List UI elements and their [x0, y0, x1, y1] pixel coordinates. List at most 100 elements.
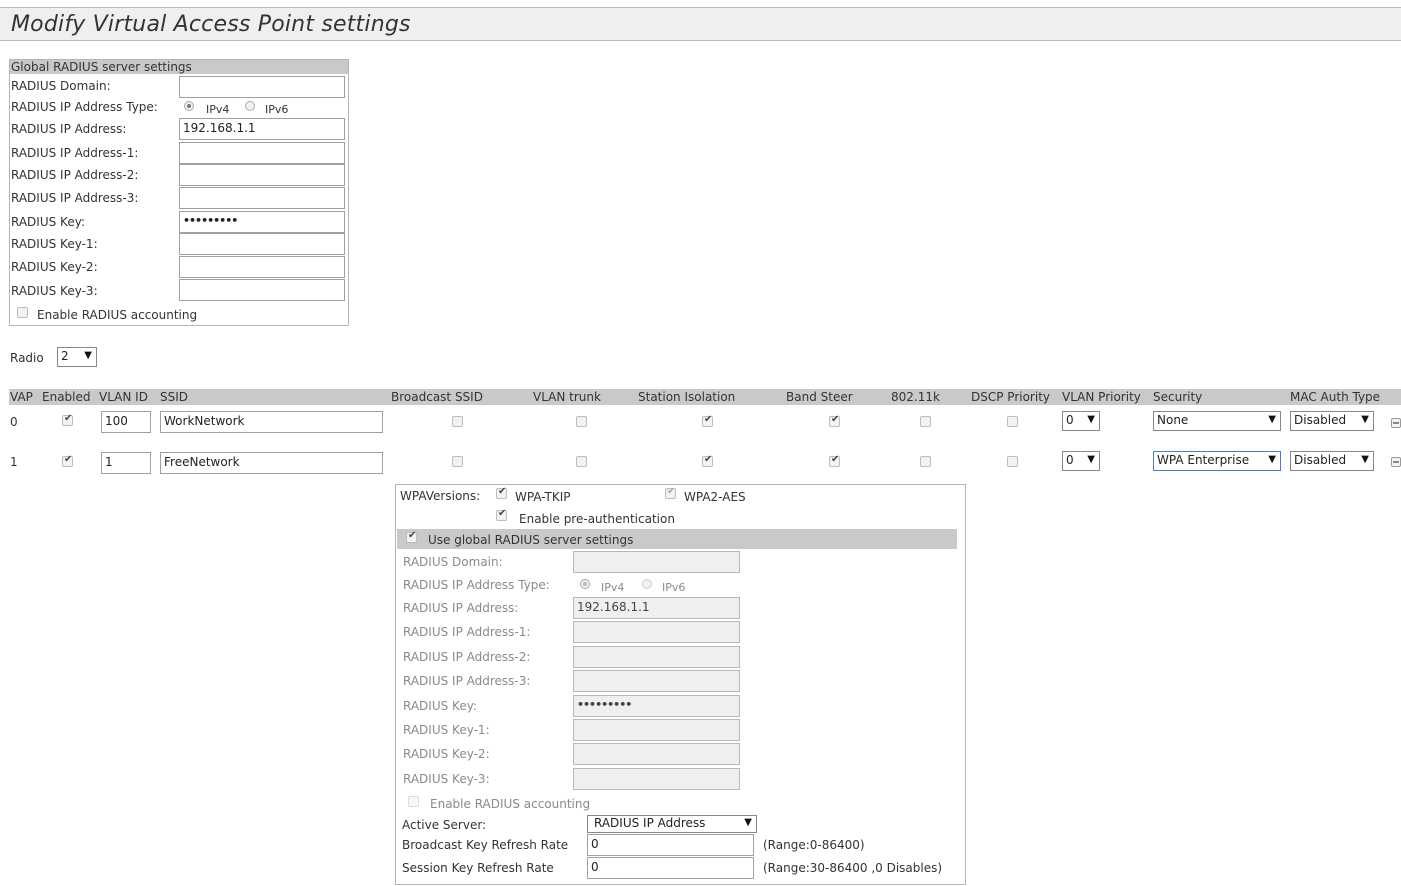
col-vlan-trunk: VLAN trunk: [533, 390, 601, 404]
triangle-down-icon: ▼: [1268, 454, 1276, 465]
row0-station-isolation-checkbox[interactable]: [702, 414, 713, 427]
radius-accounting-label: Enable RADIUS accounting: [37, 308, 198, 322]
triangle-down-icon: ▼: [84, 350, 92, 361]
ipv4-label: IPv4: [206, 103, 230, 116]
radius-key3-input[interactable]: [179, 279, 345, 301]
page-title: Modify Virtual Access Point settings: [11, 12, 411, 37]
row0-vlan-priority-select[interactable]: 0 ▼: [1062, 411, 1100, 431]
radius-key3-label: RADIUS Key-3:: [11, 284, 98, 298]
radius-key1-input[interactable]: [179, 233, 345, 255]
row0-mac-auth-value: Disabled: [1294, 413, 1347, 427]
radius-ip-label: RADIUS IP Address:: [11, 122, 127, 136]
wpa-ipv6-radio[interactable]: [642, 579, 652, 589]
active-server-label: Active Server:: [402, 818, 487, 832]
radius-ip3-input[interactable]: [179, 187, 345, 209]
row1-broadcast-ssid-checkbox[interactable]: [452, 456, 463, 467]
row1-vlan-trunk-checkbox[interactable]: [576, 456, 587, 467]
col-station-isolation: Station Isolation: [638, 390, 736, 404]
wpa-radius-ip3-label: RADIUS IP Address-3:: [403, 674, 531, 688]
row0-enabled-checkbox[interactable]: [62, 413, 73, 426]
ipv6-radio[interactable]: [245, 101, 255, 111]
wpa-tkip-checkbox[interactable]: [496, 486, 507, 499]
row1-dscp-priority-checkbox[interactable]: [1007, 456, 1018, 467]
radius-key-input[interactable]: •••••••••: [179, 211, 345, 233]
radius-key2-input[interactable]: [179, 256, 345, 278]
radius-ip-input[interactable]: 192.168.1.1: [179, 118, 345, 140]
wpa-radius-ip-label: RADIUS IP Address:: [403, 601, 519, 615]
wpa-radius-key2-label: RADIUS Key-2:: [403, 747, 490, 761]
col-ssid: SSID: [160, 390, 189, 404]
active-server-select[interactable]: RADIUS IP Address ▼: [587, 815, 757, 833]
row0-vlan-priority-value: 0: [1066, 413, 1074, 427]
wpa2-aes-checkbox[interactable]: [665, 486, 676, 499]
col-vlan-priority: VLAN Priority: [1062, 390, 1141, 404]
wpa-radius-key1-label: RADIUS Key-1:: [403, 723, 490, 737]
radio-select[interactable]: 2 ▼: [57, 347, 97, 367]
row0-ssid-input[interactable]: WorkNetwork: [160, 411, 383, 433]
wpa-ipv4-radio[interactable]: [580, 579, 590, 589]
use-global-radius-checkbox[interactable]: [406, 530, 417, 543]
row1-mac-auth-value: Disabled: [1294, 453, 1347, 467]
wpa-radius-ip2-input[interactable]: [573, 646, 740, 668]
global-radius-header: Global RADIUS server settings: [10, 60, 348, 74]
row1-band-steer-checkbox[interactable]: [829, 454, 840, 467]
ipv4-radio[interactable]: [184, 101, 194, 111]
wpa-radius-key-input[interactable]: •••••••••: [573, 695, 740, 717]
radio-label: Radio: [10, 351, 44, 365]
wpa-ipv4-label: IPv4: [601, 581, 625, 594]
col-dscp-priority: DSCP Priority: [971, 390, 1050, 404]
wpa-radius-key3-input[interactable]: [573, 768, 740, 790]
preauth-label: Enable pre-authentication: [519, 512, 675, 526]
radius-domain-label: RADIUS Domain:: [11, 79, 111, 93]
row1-security-select[interactable]: WPA Enterprise ▼: [1153, 451, 1281, 471]
expand-icon[interactable]: [1391, 418, 1401, 428]
triangle-down-icon: ▼: [1361, 454, 1369, 465]
wpa-radius-domain-label: RADIUS Domain:: [403, 555, 503, 569]
row0-broadcast-ssid-checkbox[interactable]: [452, 416, 463, 427]
row0-vlan-trunk-checkbox[interactable]: [576, 416, 587, 427]
wpa-radius-ip-input[interactable]: 192.168.1.1: [573, 597, 740, 619]
row1-vlan-priority-select[interactable]: 0 ▼: [1062, 451, 1100, 471]
wpa-ipv6-label: IPv6: [662, 581, 686, 594]
radius-accounting-checkbox[interactable]: [17, 307, 28, 318]
wpa-radius-key-label: RADIUS Key:: [403, 699, 477, 713]
triangle-down-icon: ▼: [1361, 414, 1369, 425]
session-key-refresh-input[interactable]: 0: [587, 857, 754, 879]
radius-ip1-label: RADIUS IP Address-1:: [11, 146, 139, 160]
row0-vap: 0: [10, 415, 18, 429]
wpa-radius-domain-input[interactable]: [573, 551, 740, 573]
col-vlan-id: VLAN ID: [99, 390, 148, 404]
collapse-icon[interactable]: [1391, 457, 1401, 467]
row0-security-select[interactable]: None ▼: [1153, 411, 1281, 431]
radius-ip1-input[interactable]: [179, 142, 345, 164]
row1-enabled-checkbox[interactable]: [62, 454, 73, 467]
row0-band-steer-checkbox[interactable]: [829, 414, 840, 427]
row0-vlan-id-input[interactable]: 100: [101, 411, 151, 433]
wpa-radius-key2-input[interactable]: [573, 743, 740, 765]
radius-ip-type-label: RADIUS IP Address Type:: [11, 100, 158, 114]
row1-station-isolation-checkbox[interactable]: [702, 454, 713, 467]
preauth-checkbox[interactable]: [496, 508, 507, 521]
wpa-radius-ip-type-label: RADIUS IP Address Type:: [403, 578, 550, 592]
row0-mac-auth-select[interactable]: Disabled ▼: [1290, 411, 1374, 431]
radius-ip2-label: RADIUS IP Address-2:: [11, 168, 139, 182]
row1-mac-auth-select[interactable]: Disabled ▼: [1290, 451, 1374, 471]
triangle-down-icon: ▼: [744, 817, 752, 828]
radius-ip3-label: RADIUS IP Address-3:: [11, 191, 139, 205]
broadcast-key-refresh-input[interactable]: 0: [587, 834, 754, 856]
ipv6-label: IPv6: [265, 103, 289, 116]
radius-ip2-input[interactable]: [179, 164, 345, 186]
wpa-radius-key1-input[interactable]: [573, 719, 740, 741]
wpa-radius-accounting-checkbox[interactable]: [408, 796, 419, 807]
row1-80211k-checkbox[interactable]: [920, 456, 931, 467]
wpa-radius-key3-label: RADIUS Key-3:: [403, 772, 490, 786]
row1-vlan-id-input[interactable]: 1: [101, 452, 151, 474]
use-global-radius-label: Use global RADIUS server settings: [428, 533, 634, 547]
radius-domain-input[interactable]: [179, 76, 345, 98]
row0-dscp-priority-checkbox[interactable]: [1007, 416, 1018, 427]
radius-key2-label: RADIUS Key-2:: [11, 260, 98, 274]
row0-80211k-checkbox[interactable]: [920, 416, 931, 427]
wpa-radius-ip1-input[interactable]: [573, 621, 740, 643]
row1-ssid-input[interactable]: FreeNetwork: [160, 452, 383, 474]
wpa-radius-ip3-input[interactable]: [573, 670, 740, 692]
